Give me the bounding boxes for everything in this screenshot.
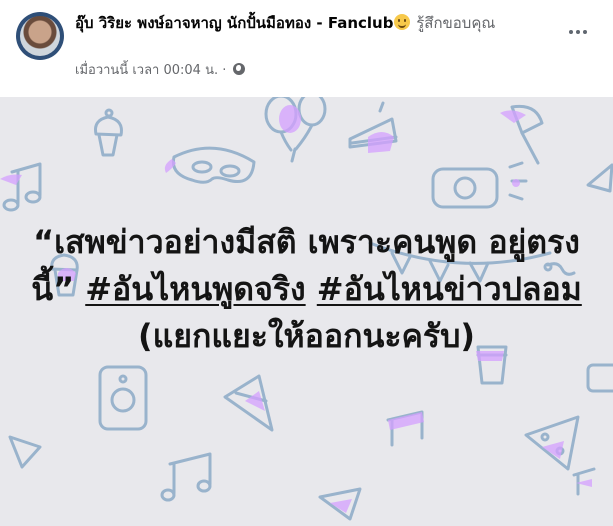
hashtag-real-news[interactable]: #อันไหนพูดจริง xyxy=(85,270,305,308)
pizza-slice-icon xyxy=(8,435,42,469)
music-note-icon xyxy=(2,162,42,212)
ellipsis-icon-dot xyxy=(583,30,587,34)
ice-cream-accent xyxy=(500,110,526,123)
author-name[interactable]: อุ๊บ วิริยะ พงษ์อาจหาญ นักปั้นมือทอง - F… xyxy=(75,14,393,32)
cupcake-icon xyxy=(94,108,123,157)
message-suffix: (แยกแยะให้ออกนะครับ) xyxy=(137,317,476,355)
mask-icon xyxy=(171,146,256,184)
camera-icon xyxy=(586,363,613,393)
post-author-line: อุ๊บ วิริยะ พงษ์อาจหาญ นักปั้นมือทอง - F… xyxy=(75,12,545,35)
cake-accent xyxy=(368,132,394,153)
balloon-accent xyxy=(279,105,301,133)
ellipsis-icon-dot xyxy=(569,30,573,34)
globe-icon[interactable] xyxy=(232,63,245,75)
camera-accent xyxy=(512,179,520,187)
more-options-button[interactable] xyxy=(562,20,594,44)
feeling-text: รู้สึกขอบคุณ xyxy=(416,14,496,32)
camera-icon xyxy=(431,161,528,209)
ellipsis-icon-dot xyxy=(576,30,580,34)
post-meta: เมื่อวานนี้ เวลา 00:04 น. · xyxy=(75,62,245,80)
avatar-photo xyxy=(20,16,60,56)
post-timestamp[interactable]: เมื่อวานนี้ เวลา 00:04 น. xyxy=(75,63,218,78)
post-header: อุ๊บ วิริยะ พงษ์อาจหาญ นักปั้นมือทอง - F… xyxy=(0,0,613,97)
meta-separator: · xyxy=(222,63,227,78)
party-flag-icon xyxy=(586,163,613,193)
smiling-face-emoji-icon xyxy=(394,14,411,30)
facebook-post: อุ๊บ วิริยะ พงษ์อาจหาญ นักปั้นมือทอง - F… xyxy=(0,0,613,526)
hashtag-fake-news[interactable]: #อันไหนข่าวปลอม xyxy=(317,270,582,308)
author-avatar[interactable] xyxy=(16,12,64,60)
speaker-icon xyxy=(98,365,148,431)
colored-background-post: “เสพข่าวอย่างมีสติ เพราะคนพูด อยู่ตรงนี้… xyxy=(0,97,613,526)
pizza-slice-icon xyxy=(524,415,580,471)
party-hat-icon xyxy=(223,374,274,432)
post-message: “เสพข่าวอย่างมีสติ เพราะคนพูด อยู่ตรงนี้… xyxy=(20,219,593,360)
music-note-icon xyxy=(160,452,212,502)
